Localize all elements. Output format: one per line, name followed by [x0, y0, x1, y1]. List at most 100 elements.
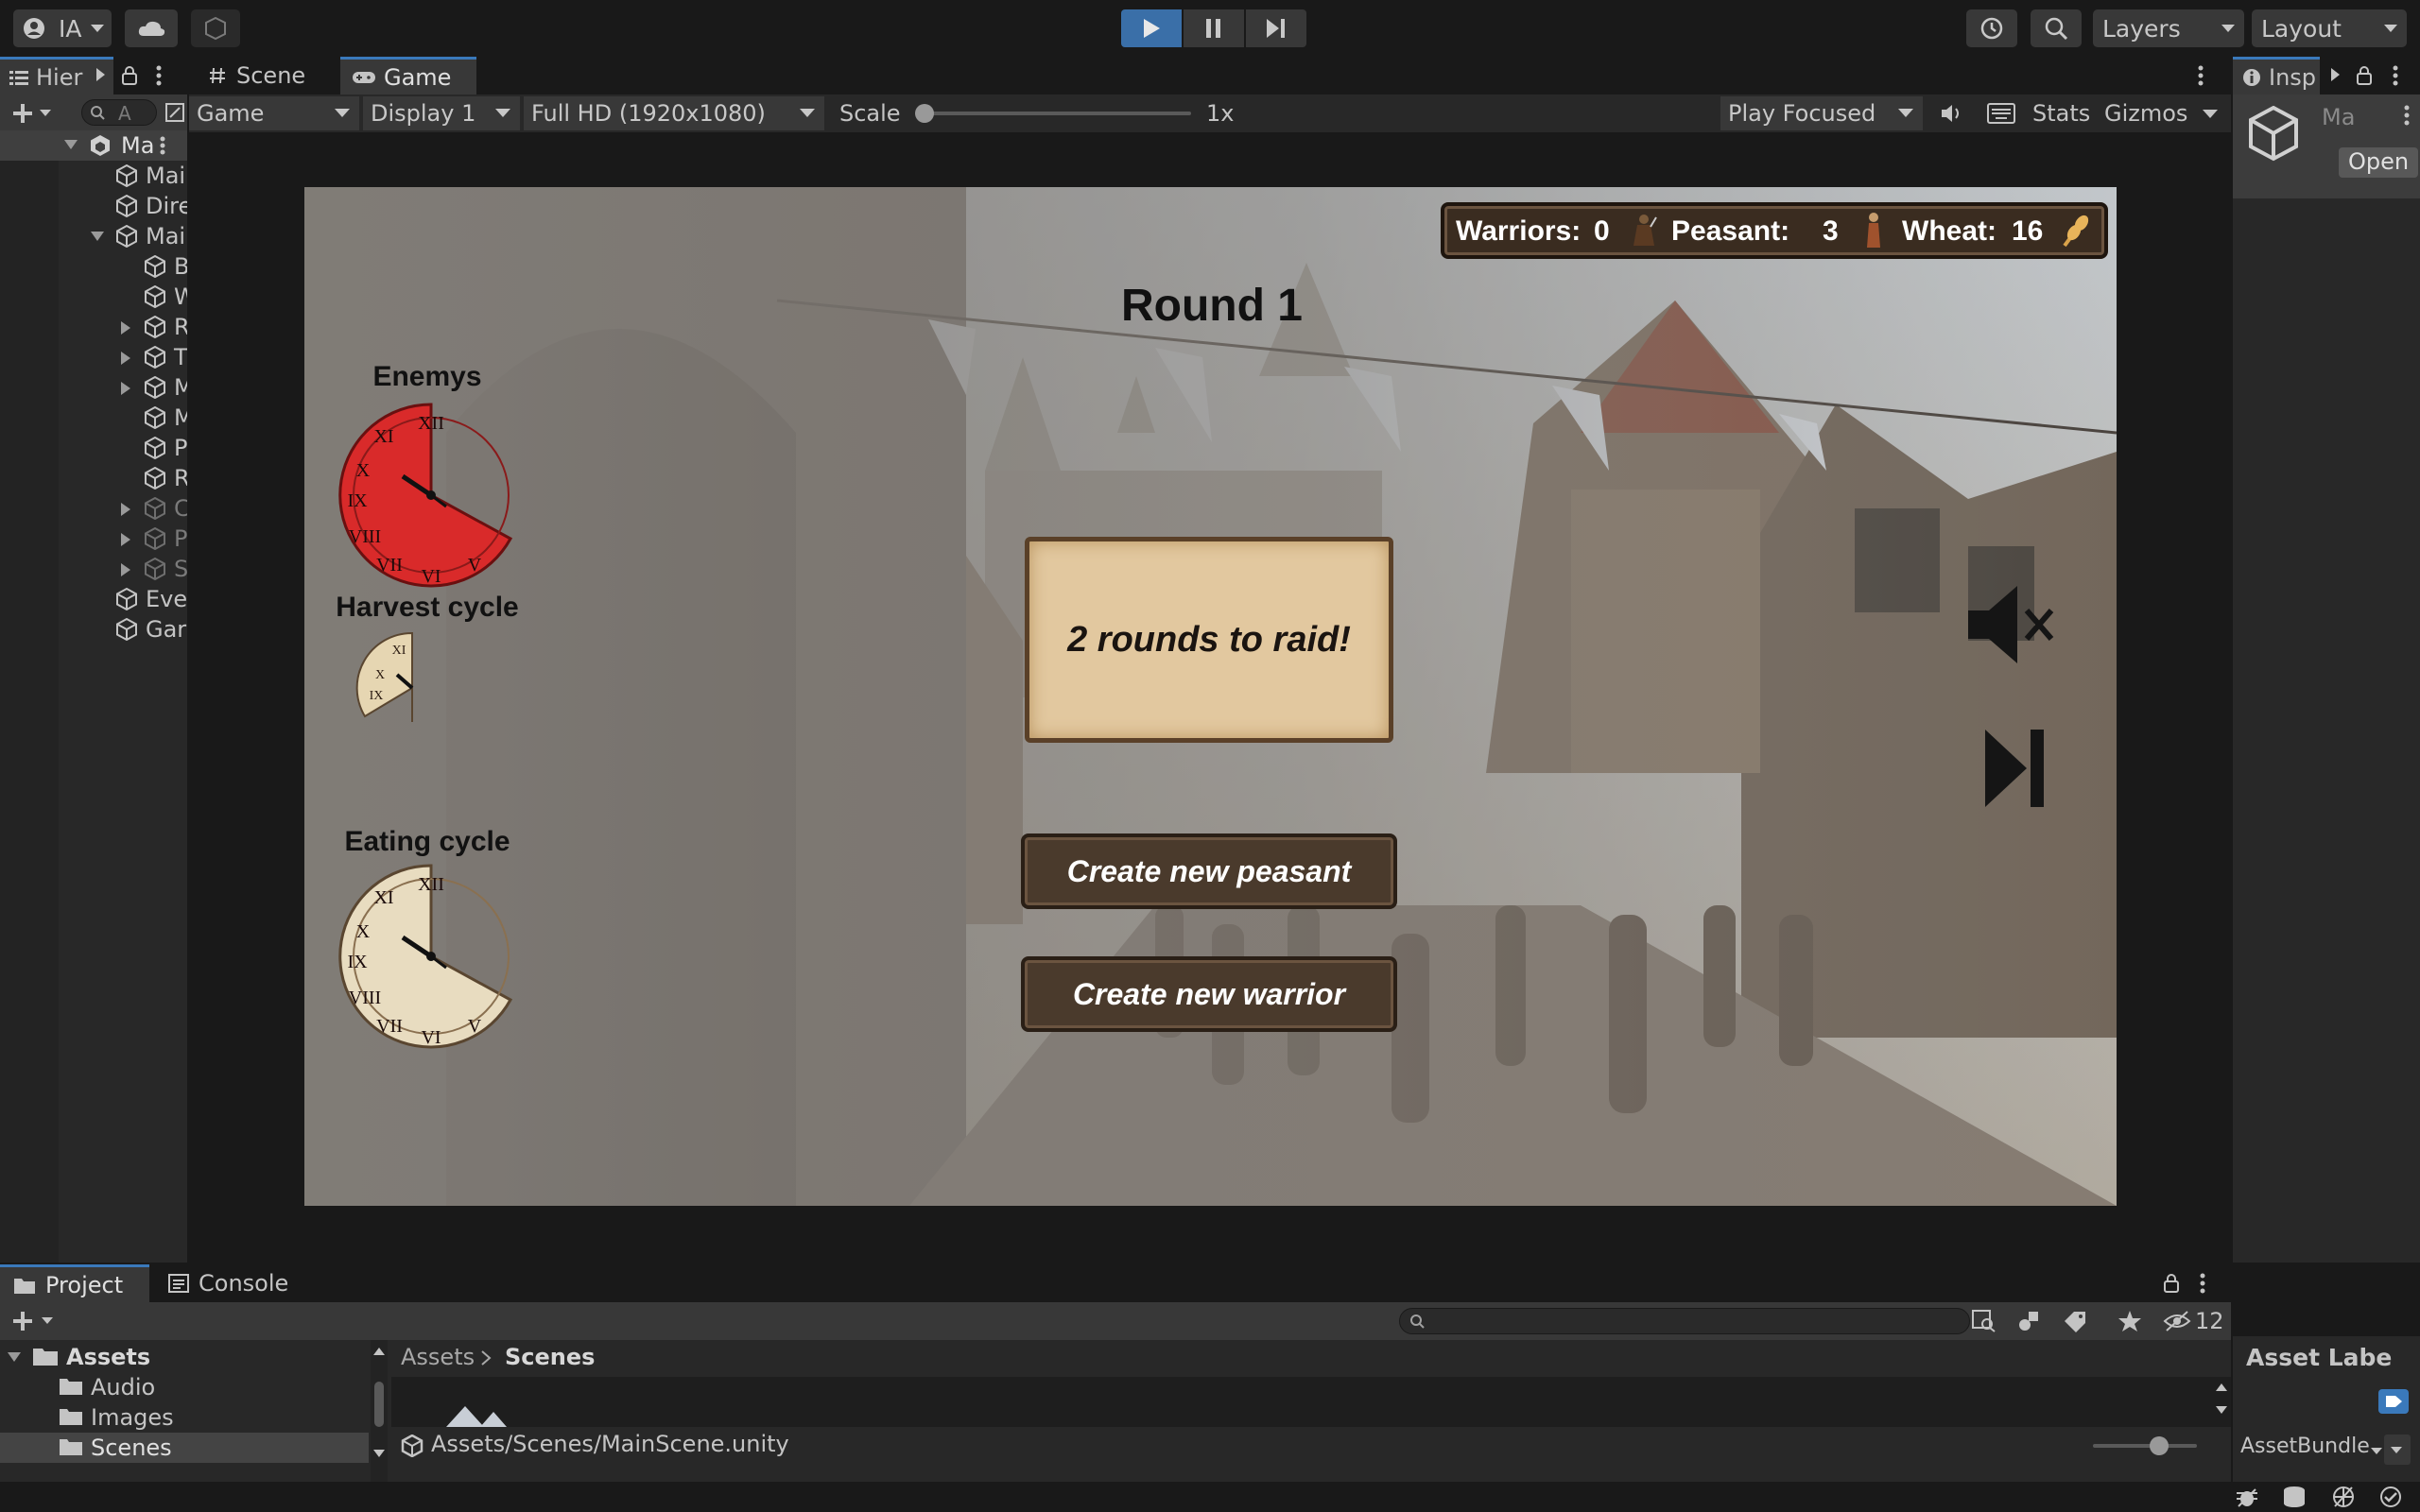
- chevron-down-icon[interactable]: [42, 1317, 53, 1324]
- tab-scene[interactable]: Scene: [195, 57, 337, 94]
- tree-item-scenes[interactable]: Scenes: [0, 1433, 369, 1463]
- unity-scene-icon[interactable]: [437, 1385, 531, 1427]
- lock-icon[interactable]: [2356, 65, 2373, 86]
- scrollbar-thumb[interactable]: [374, 1382, 384, 1427]
- debug-icon[interactable]: [2235, 1486, 2259, 1508]
- collapse-arrow-icon[interactable]: [121, 352, 130, 365]
- scroll-up-icon[interactable]: [2216, 1383, 2227, 1391]
- create-peasant-button[interactable]: Create new peasant: [1021, 833, 1397, 909]
- hierarchy-item[interactable]: Dire: [0, 191, 189, 221]
- collab-button[interactable]: [191, 9, 240, 47]
- collapse-arrow-icon[interactable]: [121, 321, 130, 335]
- cache-server-icon[interactable]: [2282, 1486, 2307, 1508]
- hierarchy-item[interactable]: B: [0, 251, 189, 282]
- open-button[interactable]: Open: [2339, 147, 2418, 178]
- tab-inspector[interactable]: Insp: [2233, 57, 2320, 94]
- history-button[interactable]: [1966, 9, 2017, 47]
- hierarchy-item[interactable]: M: [0, 372, 189, 403]
- asset-bundle-variant-dropdown[interactable]: [2384, 1435, 2411, 1465]
- play-button[interactable]: [1121, 9, 1182, 47]
- breadcrumb-current[interactable]: Scenes: [505, 1344, 595, 1370]
- expand-arrow-icon[interactable]: [8, 1352, 21, 1362]
- hierarchy-root-row[interactable]: Ma: [0, 130, 187, 161]
- search-by-type-icon[interactable]: [1972, 1310, 1996, 1332]
- keyboard-icon[interactable]: [1987, 103, 2015, 124]
- hierarchy-item[interactable]: R: [0, 463, 189, 493]
- expand-arrow-icon[interactable]: [91, 232, 104, 241]
- filter-by-type-icon[interactable]: [2017, 1310, 2042, 1332]
- chevron-down-icon[interactable]: [40, 110, 51, 116]
- mute-icon[interactable]: [1964, 582, 2059, 667]
- star-icon[interactable]: [2118, 1310, 2142, 1332]
- scroll-up-icon[interactable]: [373, 1348, 385, 1355]
- tree-item-audio[interactable]: Audio: [0, 1372, 369, 1402]
- kebab-menu-icon[interactable]: [2403, 104, 2411, 127]
- create-warrior-button[interactable]: Create new warrior: [1021, 956, 1397, 1032]
- search-button[interactable]: [2031, 9, 2082, 47]
- hierarchy-item[interactable]: W: [0, 282, 189, 312]
- resolution-dropdown[interactable]: Full HD (1920x1080): [524, 96, 824, 130]
- scroll-down-icon[interactable]: [2216, 1406, 2227, 1414]
- scale-slider[interactable]: [915, 104, 1191, 123]
- hierarchy-item[interactable]: M: [0, 403, 189, 433]
- chevron-right-icon[interactable]: [2331, 68, 2340, 81]
- expand-arrow-icon[interactable]: [64, 140, 78, 149]
- scale-slider-handle[interactable]: [915, 104, 934, 123]
- audio-icon[interactable]: [1940, 102, 1964, 125]
- add-icon[interactable]: [11, 102, 34, 125]
- tag-icon[interactable]: [2378, 1389, 2409, 1414]
- scene-visibility-icon[interactable]: [164, 102, 185, 123]
- chevron-down-icon[interactable]: [2203, 110, 2218, 118]
- tree-scrollbar[interactable]: [371, 1340, 388, 1484]
- skip-icon[interactable]: [1981, 726, 2048, 811]
- icon-size-slider-handle[interactable]: [2150, 1436, 2169, 1455]
- collapse-arrow-icon[interactable]: [121, 563, 130, 576]
- gizmos-button[interactable]: Gizmos: [2104, 100, 2187, 127]
- file-grid-scrollbar[interactable]: [2214, 1383, 2229, 1421]
- add-icon[interactable]: [11, 1310, 34, 1332]
- cloud-button[interactable]: [125, 9, 178, 47]
- pause-button[interactable]: [1184, 9, 1244, 47]
- hierarchy-item[interactable]: R: [0, 312, 189, 342]
- hierarchy-item[interactable]: Mai: [0, 161, 189, 191]
- kebab-menu-icon[interactable]: [159, 135, 166, 156]
- play-focused-dropdown[interactable]: Play Focused: [1720, 96, 1923, 130]
- kebab-menu-icon[interactable]: [2197, 64, 2204, 87]
- step-button[interactable]: [1246, 9, 1306, 47]
- tab-project[interactable]: Project: [0, 1264, 149, 1302]
- hierarchy-item[interactable]: C: [0, 493, 189, 524]
- tree-item-assets[interactable]: Assets: [0, 1342, 369, 1372]
- display-dropdown[interactable]: Display 1: [363, 96, 520, 130]
- hidden-packages-icon[interactable]: [2163, 1310, 2191, 1332]
- hierarchy-item[interactable]: Eve: [0, 584, 189, 614]
- hierarchy-item[interactable]: P: [0, 433, 189, 463]
- lock-icon[interactable]: [2163, 1273, 2180, 1294]
- collapse-arrow-icon[interactable]: [121, 503, 130, 516]
- project-search-input[interactable]: [1399, 1308, 1970, 1334]
- hierarchy-item[interactable]: T: [0, 342, 189, 372]
- game-mode-dropdown[interactable]: Game: [189, 96, 359, 130]
- tab-console[interactable]: Console: [157, 1264, 308, 1302]
- layout-dropdown[interactable]: Layout: [2252, 9, 2407, 47]
- hierarchy-search-input[interactable]: A: [81, 99, 157, 126]
- collapse-arrow-icon[interactable]: [121, 533, 130, 546]
- tab-game[interactable]: Game: [340, 57, 476, 94]
- asset-bundle-dropdown[interactable]: AssetBundle: [2240, 1435, 2382, 1467]
- layers-dropdown[interactable]: Layers: [2093, 9, 2244, 47]
- collapse-arrow-icon[interactable]: [121, 382, 130, 395]
- hierarchy-item[interactable]: P: [0, 524, 189, 554]
- kebab-menu-icon[interactable]: [2392, 64, 2399, 87]
- scroll-down-icon[interactable]: [373, 1450, 385, 1457]
- hierarchy-item[interactable]: Mai: [0, 221, 189, 251]
- stats-button[interactable]: Stats: [2032, 100, 2090, 127]
- icon-size-slider[interactable]: [2093, 1436, 2197, 1455]
- kebab-menu-icon[interactable]: [155, 64, 163, 87]
- kebab-menu-icon[interactable]: [2199, 1272, 2206, 1295]
- tree-item-images[interactable]: Images: [0, 1402, 369, 1433]
- breadcrumb-root[interactable]: Assets: [401, 1344, 475, 1370]
- check-circle-icon[interactable]: [2378, 1486, 2403, 1508]
- chevron-right-icon[interactable]: [96, 68, 105, 81]
- hierarchy-item[interactable]: S: [0, 554, 189, 584]
- hierarchy-item[interactable]: Gar: [0, 614, 189, 644]
- lock-icon[interactable]: [121, 65, 138, 86]
